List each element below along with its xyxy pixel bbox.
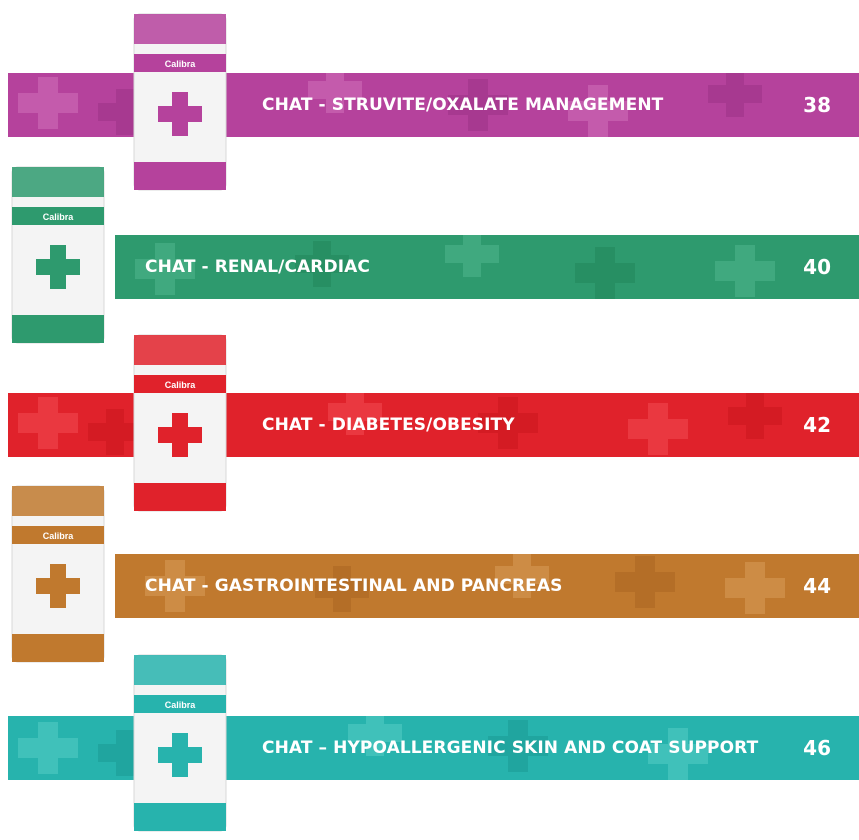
product-bag-image: Calibra [130, 12, 230, 192]
product-bag-image: Calibra [130, 333, 230, 513]
svg-text:Calibra: Calibra [165, 380, 197, 390]
section-band-2: CHAT - RENAL/CARDIAC 40 [115, 235, 859, 299]
svg-text:Calibra: Calibra [165, 59, 197, 69]
product-bag-image: Calibra [130, 653, 230, 833]
page-number: 38 [803, 93, 831, 117]
section-title: CHAT - DIABETES/OBESITY [262, 415, 515, 435]
section-title: CHAT – HYPOALLERGENIC SKIN AND COAT SUPP… [262, 738, 759, 758]
svg-text:Calibra: Calibra [165, 700, 197, 710]
section-band-4: CHAT - GASTROINTESTINAL AND PANCREAS 44 [115, 554, 859, 618]
page-number: 40 [803, 255, 831, 279]
section-title: CHAT - RENAL/CARDIAC [145, 257, 370, 277]
svg-text:Calibra: Calibra [43, 531, 75, 541]
section-title: CHAT - STRUVITE/OXALATE MANAGEMENT [262, 95, 664, 115]
page-number: 46 [803, 736, 831, 760]
section-title: CHAT - GASTROINTESTINAL AND PANCREAS [145, 576, 563, 596]
page-number: 44 [803, 574, 831, 598]
page-number: 42 [803, 413, 831, 437]
svg-text:Calibra: Calibra [43, 212, 75, 222]
product-bag-image: Calibra [8, 484, 108, 664]
product-bag-image: Calibra [8, 165, 108, 345]
